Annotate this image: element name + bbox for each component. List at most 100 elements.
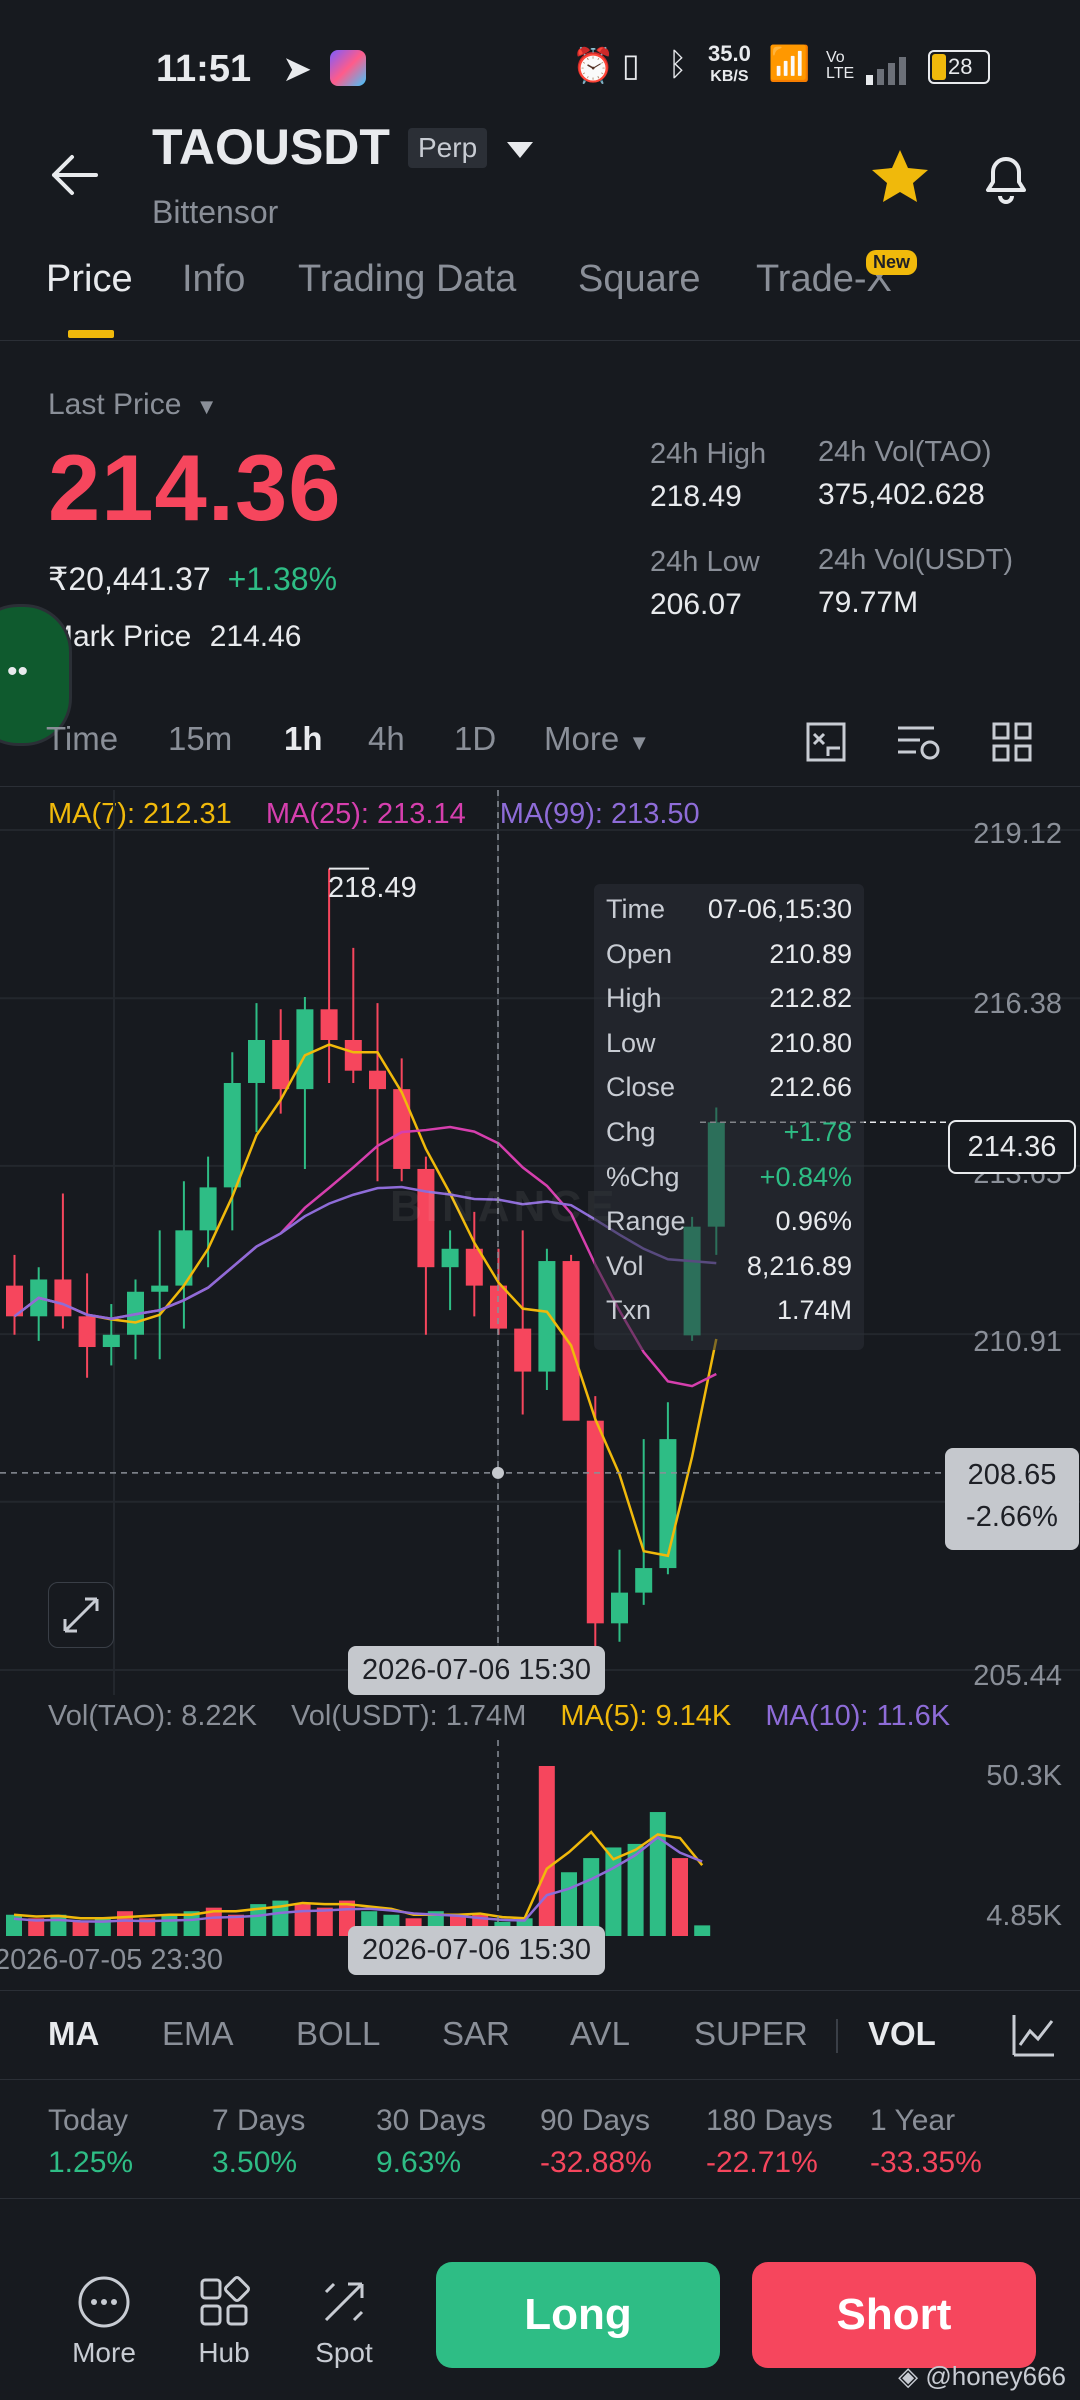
- return-value: 3.50%: [212, 2146, 298, 2179]
- nav-more[interactable]: More: [44, 2274, 164, 2369]
- vol-ma5: MA(5): 9.14K: [560, 1700, 732, 1732]
- indicator-avl[interactable]: AVL: [570, 2015, 630, 2053]
- interval-time[interactable]: Time: [46, 720, 118, 758]
- indicator-vol[interactable]: VOL: [868, 2015, 936, 2053]
- layout-grid-icon[interactable]: [990, 720, 1034, 772]
- fullscreen-button[interactable]: [48, 1582, 114, 1648]
- ohlc-tooltip: Time 07-06,15:30 Open 210.89 High 212.82 Low 21…: [594, 884, 864, 1350]
- indicator-settings-icon[interactable]: [1010, 2011, 1058, 2067]
- tooltip-value: +0.84%: [759, 1161, 852, 1192]
- interval-1d[interactable]: 1D: [454, 720, 496, 758]
- crosshair-dot: [492, 1466, 504, 1479]
- interval-1h[interactable]: 1h: [284, 720, 323, 758]
- nav-spot-label: Spot: [315, 2337, 373, 2368]
- tooltip-value: 212.82: [769, 983, 852, 1014]
- tab-bar: Price Info Trading Data Square Trade-X: [0, 258, 1080, 341]
- candlestick-chart[interactable]: [0, 790, 1080, 1700]
- back-button[interactable]: [40, 140, 110, 210]
- active-tab-indicator: [68, 330, 114, 338]
- return-label: 30 Days: [376, 2104, 487, 2137]
- crosshair-date-tag: 2026-07-06 15:30: [348, 1926, 605, 1975]
- tab-info[interactable]: Info: [182, 258, 245, 301]
- y-tick: 210.91: [973, 1326, 1062, 1358]
- candle-body: [320, 1009, 338, 1040]
- indicator-ma[interactable]: MA: [48, 2015, 99, 2053]
- credit-watermark: ◈ @honey666: [898, 2361, 1066, 2392]
- status-bar: 11:51 ➤ ⏰ ▯ ᛒ 35.0 KB/S 📶 Vo LTE 28: [0, 40, 1080, 100]
- divider: [836, 2019, 838, 2053]
- candle-body: [102, 1334, 120, 1348]
- binance-logo-icon: ◈: [898, 2361, 919, 2391]
- tooltip-row: Txn 1.74M: [606, 1295, 852, 1335]
- tooltip-row: Time 07-06,15:30: [606, 894, 852, 934]
- volume-bar: [72, 1921, 89, 1936]
- chart-settings-icon[interactable]: [894, 720, 942, 772]
- tooltip-value: +1.78: [783, 1117, 852, 1147]
- crosshair-pct: -2.66%: [966, 1501, 1058, 1533]
- credit-text: @honey666: [925, 2361, 1066, 2391]
- symbol-dropdown-icon[interactable]: [505, 140, 535, 165]
- candle-body: [659, 1439, 677, 1569]
- chevron-down-icon: ▼: [628, 730, 651, 755]
- vol-ma10: MA(10): 11.6K: [765, 1700, 951, 1732]
- high-24h-value: 218.49: [650, 480, 742, 513]
- expand-icon: [63, 1597, 99, 1633]
- back-arrow-icon: [52, 155, 98, 195]
- volume-bar: [538, 1766, 555, 1936]
- tooltip-value: 07-06,15:30: [707, 894, 852, 924]
- candle-body: [514, 1328, 532, 1372]
- signal-icon: [864, 52, 920, 94]
- tooltip-key: Time: [606, 894, 665, 924]
- depth-chart-icon[interactable]: [804, 720, 848, 772]
- volume-bar: [6, 1914, 22, 1936]
- spot-swap-icon: [324, 2282, 364, 2322]
- volume-bar: [161, 1914, 178, 1936]
- tooltip-key: Close: [606, 1072, 676, 1103]
- tooltip-row: %Chg +0.84%: [606, 1162, 852, 1202]
- volume-bar: [672, 1858, 688, 1936]
- last-price-selector[interactable]: Last Price ▼: [48, 388, 218, 422]
- favorite-star-icon[interactable]: [868, 146, 932, 211]
- high-24h-label: 24h High: [650, 438, 767, 470]
- return-label: 180 Days: [706, 2104, 833, 2137]
- candle-body: [272, 1040, 290, 1090]
- return-value: 9.63%: [376, 2146, 462, 2179]
- more-dots-icon: [78, 2276, 130, 2328]
- contract-badge: Perp: [408, 128, 488, 168]
- divider: [0, 786, 1080, 787]
- tab-square[interactable]: Square: [578, 258, 701, 301]
- indicator-boll[interactable]: BOLL: [296, 2015, 380, 2053]
- divider: [0, 2198, 1080, 2199]
- return-value: 1.25%: [48, 2146, 134, 2179]
- indicator-sar[interactable]: SAR: [442, 2015, 510, 2053]
- interval-more[interactable]: More ▼: [544, 720, 650, 758]
- tooltip-value: 210.80: [769, 1027, 852, 1058]
- volume-bar: [605, 1847, 622, 1936]
- symbol-title[interactable]: TAOUSDT: [152, 118, 390, 176]
- bluetooth-icon: ᛒ: [668, 46, 688, 82]
- interval-15m[interactable]: 15m: [168, 720, 232, 758]
- tab-price[interactable]: Price: [46, 258, 133, 301]
- tooltip-key: Chg: [606, 1117, 656, 1147]
- nav-spot[interactable]: Spot: [284, 2274, 404, 2369]
- tooltip-key: Vol: [606, 1250, 644, 1281]
- tooltip-value: 212.66: [769, 1072, 852, 1103]
- volume-bar: [117, 1911, 133, 1936]
- volume-chart: [6, 1740, 711, 1940]
- nav-hub[interactable]: Hub: [164, 2274, 284, 2369]
- vol-tao: Vol(TAO): 8.22K: [48, 1700, 257, 1732]
- short-button[interactable]: Short: [752, 2262, 1036, 2368]
- interval-4h[interactable]: 4h: [368, 720, 405, 758]
- long-button[interactable]: Long: [436, 2262, 720, 2368]
- high-marker-label: 218.49: [328, 872, 417, 904]
- indicator-ema[interactable]: EMA: [162, 2015, 234, 2053]
- return-label: Today: [48, 2104, 129, 2137]
- tooltip-row: Vol 8,216.89: [606, 1251, 852, 1291]
- candle-body: [538, 1261, 556, 1372]
- bell-icon[interactable]: [974, 144, 1038, 213]
- indicator-super[interactable]: SUPER: [694, 2015, 808, 2053]
- tooltip-row: Chg +1.78: [606, 1117, 852, 1157]
- tab-trading-data[interactable]: Trading Data: [298, 258, 516, 301]
- volte-icon: Vo LTE: [826, 49, 855, 82]
- return-label: 7 Days: [212, 2104, 306, 2137]
